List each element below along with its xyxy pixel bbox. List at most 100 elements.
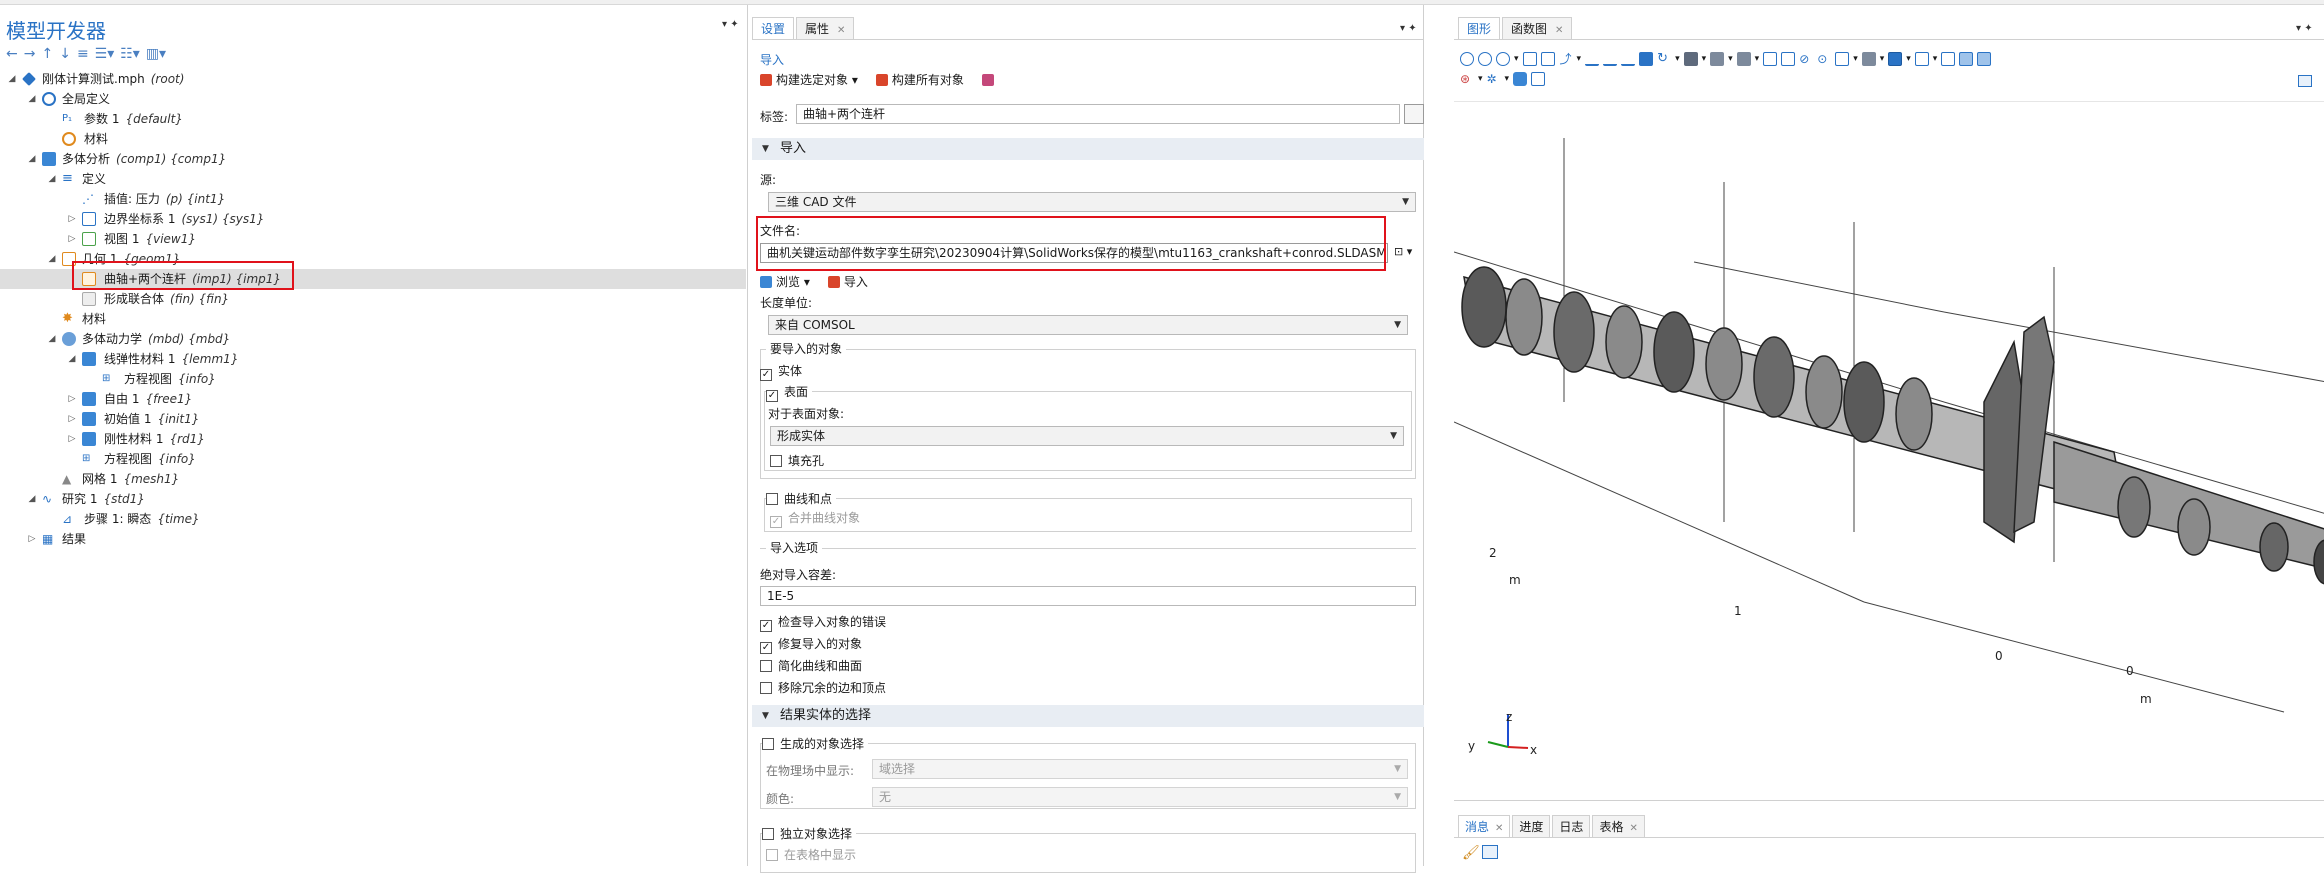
length-unit-select[interactable]: 来自 COMSOL ▼ <box>768 315 1408 335</box>
chevron-down-icon[interactable]: ▾ <box>1933 54 1938 64</box>
collapse-triangle-icon[interactable]: ▷ <box>66 389 78 409</box>
abs-tolerance-input[interactable]: 1E-5 <box>760 586 1416 606</box>
zoom-box-icon[interactable] <box>1496 52 1510 66</box>
merge-curves-checkbox[interactable]: ✓ 合并曲线对象 <box>770 510 860 528</box>
separate-selection-checkbox[interactable]: 独立对象选择 <box>762 826 857 842</box>
sort-icon[interactable]: ☷▾ <box>120 45 140 63</box>
zoom-in-icon[interactable] <box>1460 52 1474 66</box>
close-icon[interactable]: ✕ <box>837 25 845 36</box>
chevron-down-icon[interactable]: ▾ <box>1577 54 1582 64</box>
tree-node-mesh[interactable]: ▲ 网格 1 {mesh1} <box>0 469 746 489</box>
copy-icon[interactable] <box>1482 845 1498 859</box>
show-in-table-checkbox[interactable]: 在表格中显示 <box>766 847 856 863</box>
repair-checkbox[interactable]: ✓ 修复导入的对象 <box>760 636 862 654</box>
view-xy-icon[interactable] <box>1585 52 1600 66</box>
view-yz-icon[interactable] <box>1603 52 1618 66</box>
expand-triangle-icon[interactable]: ◢ <box>66 349 78 369</box>
collapse-section-icon[interactable]: ▼ <box>762 705 769 727</box>
grid-icon[interactable] <box>1914 52 1929 66</box>
view-zx-icon[interactable] <box>1621 52 1636 66</box>
orbit-icon[interactable]: ⊛ <box>1460 72 1474 86</box>
expand-triangle-icon[interactable]: ◢ <box>26 89 38 109</box>
tab-log[interactable]: 日志 <box>1552 815 1591 837</box>
pin-icon[interactable]: ▾ ✦ <box>1400 23 1417 34</box>
solids-checkbox[interactable]: ✓ 实体 <box>760 363 802 381</box>
axis-icon[interactable] <box>1941 52 1956 66</box>
source-select[interactable]: 三维 CAD 文件 ▼ <box>768 192 1416 212</box>
curves-points-checkbox[interactable]: 曲线和点 <box>766 491 837 507</box>
tree-node-equation-view-2[interactable]: ⊞ 方程视图 {info} <box>0 449 746 469</box>
tree-node-linear-elastic[interactable]: ◢ 线弹性材料 1 {lemm1} <box>0 349 746 369</box>
expand-triangle-icon[interactable]: ◢ <box>46 329 58 349</box>
help-icon[interactable] <box>981 73 994 86</box>
back-arrow-icon[interactable]: ← <box>6 45 18 63</box>
tree-node-initial-values[interactable]: ▷ 初始值 1 {init1} <box>0 409 746 429</box>
resulting-selection-checkbox[interactable]: 生成的对象选择 <box>762 736 869 752</box>
chevron-down-icon[interactable]: ▾ <box>1505 74 1510 84</box>
tab-progress[interactable]: 进度 <box>1512 815 1551 837</box>
import-button[interactable]: 导入 <box>827 273 868 290</box>
check-errors-checkbox[interactable]: ✓ 检查导入对象的错误 <box>760 614 886 632</box>
reset-view-icon[interactable]: ↻ <box>1657 52 1671 66</box>
tab-settings[interactable]: 设置 <box>752 17 795 39</box>
expand-triangle-icon[interactable]: ◢ <box>26 489 38 509</box>
expand-triangle-icon[interactable]: ◢ <box>26 149 38 169</box>
select-boundaries-icon[interactable] <box>1710 52 1725 66</box>
chevron-down-icon[interactable]: ▾ <box>1755 54 1760 64</box>
tab-graphics[interactable]: 图形 <box>1458 17 1501 39</box>
expand-triangle-icon[interactable]: ◢ <box>6 69 18 89</box>
tree-node-root[interactable]: ◢ 刚体计算测试.mph (root) <box>0 69 746 89</box>
up-arrow-icon[interactable]: ↑ <box>41 45 53 63</box>
settings-gear-icon[interactable]: ✲ <box>1487 72 1501 86</box>
tree-node-import-selected[interactable]: 曲轴+两个连杆 (imp1) {imp1} <box>0 269 746 289</box>
tree-node-form-union[interactable]: 形成联合体 (fin) {fin} <box>0 289 746 309</box>
table-icon[interactable] <box>1977 52 1992 66</box>
chevron-down-icon[interactable]: ▾ <box>1880 54 1885 64</box>
show-in-physics-select[interactable]: 域选择 ▼ <box>872 759 1408 779</box>
select-all-icon[interactable] <box>1763 52 1778 66</box>
surfaces-checkbox[interactable]: ✓ 表面 <box>766 384 813 402</box>
close-icon[interactable]: ✕ <box>1629 823 1637 834</box>
tab-table[interactable]: 表格 ✕ <box>1592 815 1645 837</box>
expand-icon[interactable]: ☰▾ <box>95 45 115 63</box>
simplify-checkbox[interactable]: 简化曲线和曲面 <box>760 658 862 674</box>
browse-button[interactable]: 浏览 ▾ <box>760 273 810 290</box>
rotate-icon[interactable]: ⤴ <box>1559 52 1573 66</box>
collapse-triangle-icon[interactable]: ▷ <box>66 429 78 449</box>
tree-node-results[interactable]: ▷ ▦ 结果 <box>0 529 746 549</box>
tree-node-rigid-material[interactable]: ▷ 刚性材料 1 {rd1} <box>0 429 746 449</box>
render-icon[interactable] <box>1959 52 1974 66</box>
chevron-down-icon[interactable]: ▾ <box>1728 54 1733 64</box>
section-selection[interactable]: ▼ 结果实体的选择 <box>752 705 1424 727</box>
tree-node-free[interactable]: ▷ 自由 1 {free1} <box>0 389 746 409</box>
build-all-button[interactable]: 构建所有对象 <box>875 71 964 88</box>
camera-icon[interactable] <box>1513 72 1528 86</box>
fill-holes-checkbox[interactable]: 填充孔 <box>770 453 824 469</box>
transparency-icon[interactable] <box>1835 52 1850 66</box>
color-select[interactable]: 无 ▼ <box>872 787 1408 807</box>
tree-node-global-definitions[interactable]: ◢ 全局定义 <box>0 89 746 109</box>
expand-triangle-icon[interactable]: ◢ <box>46 169 58 189</box>
for-surfaces-select[interactable]: 形成实体 ▼ <box>770 426 1404 446</box>
down-arrow-icon[interactable]: ↓ <box>59 45 71 63</box>
tab-properties[interactable]: 属性 ✕ <box>796 17 855 39</box>
label-options-button[interactable] <box>1404 104 1424 124</box>
pin-icon[interactable]: ▾ ✦ <box>2296 23 2313 34</box>
filename-options-icon[interactable]: ⊡ ▾ <box>1394 245 1412 258</box>
tab-messages[interactable]: 消息 ✕ <box>1458 815 1511 837</box>
go-to-view-icon[interactable] <box>1639 52 1654 66</box>
tree-node-parameters[interactable]: P₁ 参数 1 {default} <box>0 109 746 129</box>
remove-redundant-checkbox[interactable]: 移除冗余的边和顶点 <box>760 680 886 696</box>
chevron-down-icon[interactable]: ▾ <box>1675 54 1680 64</box>
show-icon[interactable]: ⊙ <box>1817 52 1831 66</box>
tree-node-step[interactable]: ⊿ 步骤 1: 瞬态 {time} <box>0 509 746 529</box>
collapse-triangle-icon[interactable]: ▷ <box>26 529 38 549</box>
hide-icon[interactable]: ⊘ <box>1799 52 1813 66</box>
select-objects-icon[interactable] <box>1683 52 1698 66</box>
filename-input[interactable]: 曲机关键运动部件数字孪生研究\20230904计算\SolidWorks保存的模… <box>760 243 1388 263</box>
tree-node-component[interactable]: ◢ 多体分析 (comp1) {comp1} <box>0 149 746 169</box>
label-input[interactable]: 曲轴+两个连杆 <box>796 104 1400 124</box>
collapse-triangle-icon[interactable]: ▷ <box>66 229 78 249</box>
pin-icon[interactable]: ▾ ✦ <box>722 19 739 30</box>
chevron-down-icon[interactable]: ▾ <box>1853 54 1858 64</box>
